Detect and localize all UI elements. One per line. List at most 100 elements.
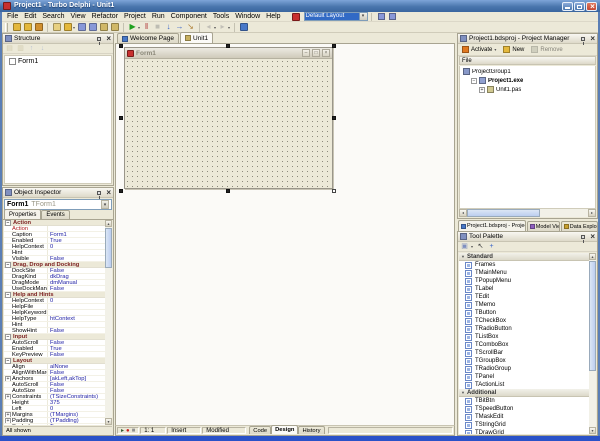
property-value[interactable]: False — [48, 328, 105, 333]
palette-categories-button[interactable]: ▣ — [460, 242, 469, 252]
property-value[interactable] — [48, 322, 105, 327]
expand-icon[interactable]: + — [5, 412, 11, 417]
palette-item-tbutton[interactable]: TButton — [459, 309, 589, 317]
menu-item-tools[interactable]: Tools — [210, 12, 232, 22]
file-column-header[interactable]: File — [459, 56, 596, 65]
collapse-icon[interactable]: − — [5, 220, 11, 226]
dock-tab-model-view[interactable]: Model View — [527, 221, 560, 231]
pin-icon[interactable] — [581, 37, 585, 41]
new-items-button[interactable] — [11, 22, 22, 32]
palette-item-tedit[interactable]: TEdit — [459, 293, 589, 301]
property-value[interactable] — [48, 304, 105, 309]
close-panel-icon[interactable]: × — [106, 35, 111, 43]
close-panel-icon[interactable]: × — [590, 35, 595, 43]
chevron-down-icon[interactable]: ▾ — [138, 25, 140, 30]
property-value[interactable]: False — [48, 286, 105, 291]
palette-item-tstringgrid[interactable]: TStringGrid — [459, 421, 589, 429]
move-up-button[interactable]: ↑ — [27, 44, 36, 54]
selection-handle-bottom-center[interactable] — [226, 189, 230, 193]
property-value[interactable]: Form1 — [48, 232, 105, 237]
menu-item-refactor[interactable]: Refactor — [89, 12, 121, 22]
menu-item-search[interactable]: Search — [39, 12, 67, 22]
close-button[interactable]: × — [586, 2, 597, 11]
collapse-icon[interactable]: − — [471, 78, 477, 84]
property-value[interactable]: False — [48, 268, 105, 273]
open-file-button[interactable] — [62, 22, 73, 32]
property-value[interactable]: False — [48, 256, 105, 261]
selection-handle-top-left[interactable] — [119, 44, 123, 48]
delete-item-button[interactable]: ▥ — [16, 44, 25, 54]
collapse-icon[interactable]: − — [5, 262, 11, 268]
step-over-button[interactable]: → — [174, 22, 185, 32]
chevron-down-icon[interactable]: ▾ — [359, 13, 367, 20]
open-project-button[interactable] — [33, 22, 44, 32]
close-panel-icon[interactable]: × — [590, 233, 595, 241]
view-tab-design[interactable]: Design — [271, 425, 298, 434]
palette-item-tgroupbox[interactable]: TGroupBox — [459, 357, 589, 365]
stop-button[interactable]: ■ — [152, 22, 163, 32]
collapse-icon[interactable]: − — [5, 292, 11, 298]
palette-item-tpanel[interactable]: TPanel — [459, 373, 589, 381]
palette-item-frames[interactable]: Frames — [459, 261, 589, 269]
palette-item-tmainmenu[interactable]: TMainMenu — [459, 269, 589, 277]
palette-item-tscrollbar[interactable]: TScrollBar — [459, 349, 589, 357]
property-value[interactable]: 0 — [48, 406, 105, 411]
palette-item-tpopupmenu[interactable]: TPopupMenu — [459, 277, 589, 285]
scroll-down-icon[interactable]: ▾ — [105, 418, 112, 425]
tab-welcome-page[interactable]: Welcome Page — [117, 33, 179, 43]
help-insight-button[interactable] — [238, 22, 249, 32]
pin-icon[interactable] — [97, 37, 101, 41]
tree-node-form1[interactable]: Form1 — [5, 56, 111, 65]
selection-handle-top-right[interactable] — [332, 44, 336, 48]
toolbar-grip[interactable] — [5, 23, 8, 32]
property-value[interactable]: False — [48, 382, 105, 387]
menu-item-view[interactable]: View — [68, 12, 89, 22]
new-item-button[interactable]: ▤ — [5, 44, 14, 54]
property-value[interactable] — [48, 226, 105, 231]
tool-palette-scrollbar[interactable]: ▴ ▾ — [589, 253, 596, 434]
pause-button[interactable]: ‖ — [141, 22, 152, 32]
view-tab-code[interactable]: Code — [249, 426, 271, 434]
close-panel-icon[interactable]: × — [106, 189, 111, 197]
tab-unit1[interactable]: Unit1 — [180, 32, 213, 43]
save-layout-button[interactable] — [377, 12, 386, 21]
palette-item-tcombobox[interactable]: TComboBox — [459, 341, 589, 349]
menu-item-help[interactable]: Help — [263, 12, 283, 22]
project-manager-hscrollbar[interactable]: ◂ ▸ — [459, 209, 596, 217]
palette-item-tbitbtn[interactable]: TBitBtn — [459, 397, 589, 405]
palette-item-tlabel[interactable]: TLabel — [459, 285, 589, 293]
menu-item-project[interactable]: Project — [121, 12, 149, 22]
property-value[interactable]: True — [48, 238, 105, 243]
pin-icon[interactable] — [581, 235, 585, 239]
property-value[interactable] — [48, 310, 105, 315]
chevron-down-icon[interactable]: ▾ — [228, 25, 230, 30]
property-value[interactable]: alNone — [48, 364, 105, 369]
property-row-scaled[interactable]: ScaledTrue — [4, 424, 105, 425]
project-tree-item-projectgroup1[interactable]: ProjectGroup1 — [460, 67, 595, 76]
selection-handle-middle-right[interactable] — [332, 116, 336, 120]
minimize-button[interactable] — [562, 2, 573, 11]
tab-events[interactable]: Events — [41, 210, 69, 219]
collapse-icon[interactable]: − — [5, 358, 11, 364]
selection-handle-middle-left[interactable] — [119, 116, 123, 120]
menu-item-component[interactable]: Component — [168, 12, 210, 22]
selection-handle-bottom-left[interactable] — [119, 189, 123, 193]
scroll-right-icon[interactable]: ▸ — [588, 209, 596, 217]
scroll-down-icon[interactable]: ▾ — [589, 427, 596, 434]
remove-button[interactable]: Remove — [529, 45, 564, 54]
scroll-up-icon[interactable]: ▴ — [589, 253, 596, 260]
property-value[interactable]: False — [48, 388, 105, 393]
scroll-left-icon[interactable]: ◂ — [459, 209, 467, 217]
menu-item-run[interactable]: Run — [149, 12, 168, 22]
expand-icon[interactable]: + — [5, 418, 11, 423]
palette-item-tmaskedit[interactable]: TMaskEdit — [459, 413, 589, 421]
run-to-cursor-button[interactable]: ↘ — [185, 22, 196, 32]
back-button[interactable]: ◂ — [203, 22, 214, 32]
selection-handle-top-center[interactable] — [226, 44, 230, 48]
new-form-button[interactable] — [51, 22, 62, 32]
dock-tab-data-explorer[interactable]: Data Explorer — [561, 221, 598, 231]
expand-icon[interactable]: + — [5, 376, 11, 381]
palette-category-standard[interactable]: ▼Standard — [459, 253, 589, 261]
save-all-button[interactable] — [87, 22, 98, 32]
forward-button[interactable]: ▸ — [217, 22, 228, 32]
